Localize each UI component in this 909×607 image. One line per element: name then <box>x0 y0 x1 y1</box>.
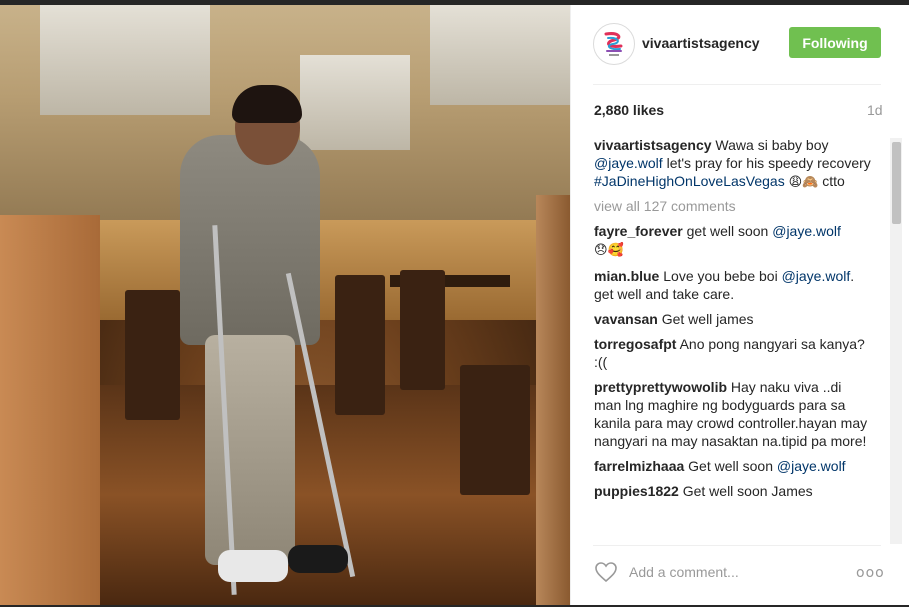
list-item: vavansan Get well james <box>594 310 872 328</box>
photo-shoe <box>218 550 288 582</box>
comment-username[interactable]: farrelmizhaaa <box>594 458 684 474</box>
caption-emoji: 😩🙈 <box>788 175 819 190</box>
comment-username[interactable]: puppies1822 <box>594 483 679 499</box>
following-button[interactable]: Following <box>789 27 881 58</box>
comment-mention[interactable]: @jaye.wolf <box>772 223 841 239</box>
comment-username[interactable]: prettyprettywowolib <box>594 379 727 395</box>
comment-text: Love you bebe boi <box>663 268 782 284</box>
comment-text: Get well soon James <box>682 483 813 499</box>
photo-range-hood <box>430 5 570 105</box>
instagram-post: vivaartistsagency Following 2,880 likes … <box>0 5 909 605</box>
list-item: puppies1822 Get well soon James <box>594 482 872 500</box>
comment-mention[interactable]: @jaye.wolf <box>782 268 851 284</box>
caption-mention[interactable]: @jaye.wolf <box>594 155 663 171</box>
list-item: mian.blue Love you bebe boi @jaye.wolf. … <box>594 267 872 303</box>
photo-pillar-right <box>536 195 570 605</box>
photo-chair <box>400 270 445 390</box>
caption-text: ctto <box>818 173 845 189</box>
divider <box>593 545 881 546</box>
comment-username[interactable]: torregosafpt <box>594 336 676 352</box>
heart-icon[interactable] <box>594 560 618 584</box>
photo-range-hood <box>300 55 410 150</box>
photo-chair <box>460 365 530 495</box>
caption-text: Wawa si baby boy <box>715 137 829 153</box>
post-time[interactable]: 1d <box>867 102 883 118</box>
photo-pillar-left <box>0 215 100 605</box>
viva-logo-icon <box>604 32 623 56</box>
list-item: torregosafpt Ano pong nangyari sa kanya?… <box>594 335 872 371</box>
caption-username[interactable]: vivaartistsagency <box>594 137 712 153</box>
more-options-button[interactable]: ooo <box>856 565 885 581</box>
caption: vivaartistsagency Wawa si baby boy @jaye… <box>594 136 872 192</box>
divider <box>593 84 881 85</box>
photo-chair <box>335 275 385 415</box>
comment-emoji: 😞🥰 <box>594 243 624 258</box>
photo-person-legs <box>205 335 295 565</box>
comment-text: Get well soon <box>688 458 777 474</box>
list-item: farrelmizhaaa Get well soon @jaye.wolf <box>594 457 872 475</box>
comments-scrollbar-thumb[interactable] <box>892 142 901 224</box>
comment-mention[interactable]: @jaye.wolf <box>777 458 846 474</box>
photo-shoe <box>288 545 348 573</box>
comment-username[interactable]: fayre_forever <box>594 223 683 239</box>
comments-list: vivaartistsagency Wawa si baby boy @jaye… <box>594 136 872 541</box>
comment-text: Get well james <box>661 311 754 327</box>
comment-text: get well soon <box>686 223 773 239</box>
comment-username[interactable]: mian.blue <box>594 268 659 284</box>
photo-range-hood <box>40 5 210 115</box>
likes-count[interactable]: 2,880 likes <box>594 102 664 118</box>
avatar[interactable] <box>593 23 635 65</box>
comment-username[interactable]: vavansan <box>594 311 658 327</box>
list-item: prettyprettywowolib Hay naku viva ..di m… <box>594 378 872 450</box>
view-all-comments-link[interactable]: view all 127 comments <box>594 197 872 215</box>
list-item: fayre_forever get well soon @jaye.wolf 😞… <box>594 222 872 260</box>
header-username[interactable]: vivaartistsagency <box>642 35 760 51</box>
post-header: vivaartistsagency Following <box>571 5 909 81</box>
caption-hashtag[interactable]: #JaDineHighOnLoveLasVegas <box>594 173 785 189</box>
post-photo[interactable] <box>0 5 570 605</box>
photo-chair <box>125 290 180 420</box>
add-comment-input[interactable] <box>627 561 831 583</box>
caption-text: let's pray for his speedy recovery <box>662 155 871 171</box>
post-side-panel: vivaartistsagency Following 2,880 likes … <box>570 5 909 605</box>
